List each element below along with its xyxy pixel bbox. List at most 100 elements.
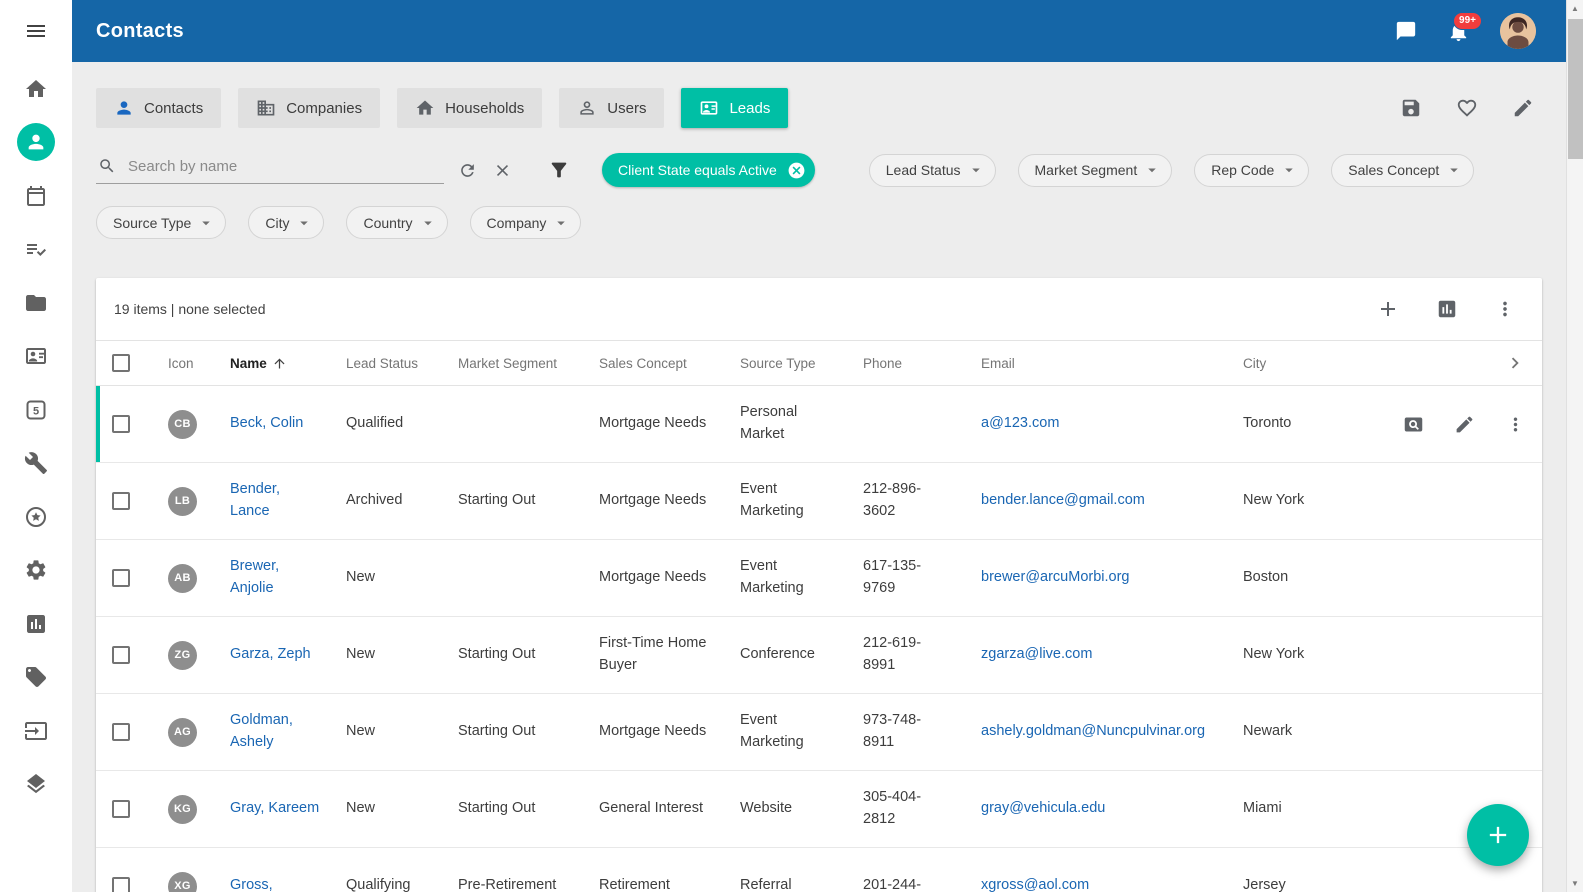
row-checkbox[interactable] (112, 569, 130, 587)
tag-icon (24, 665, 48, 689)
lead-status-cell: New (346, 709, 458, 755)
row-checkbox[interactable] (112, 646, 130, 664)
clear-search-button[interactable] (493, 161, 512, 180)
sidebar-item-tools[interactable] (0, 437, 72, 491)
column-header-sales-concept[interactable]: Sales Concept (599, 356, 740, 371)
row-icon-cell: AG (168, 706, 230, 759)
contact-name-link[interactable]: Goldman, Ashely (230, 712, 293, 750)
table-row[interactable]: LBBender, LanceArchivedStarting OutMortg… (96, 463, 1542, 540)
tab-households[interactable]: Households (397, 88, 542, 128)
contact-name-link[interactable]: Gray, Kareem (230, 800, 319, 816)
heart-button[interactable] (1456, 97, 1478, 119)
sidebar-item-favorites[interactable] (0, 490, 72, 544)
table-row[interactable]: ABBrewer, AnjolieNewMortgage NeedsEvent … (96, 540, 1542, 617)
column-header-name[interactable]: Name (230, 356, 346, 371)
tab-users[interactable]: Users (559, 88, 664, 128)
column-header-email[interactable]: Email (981, 356, 1243, 371)
save-button[interactable] (1400, 97, 1422, 119)
columns-expand-chevron[interactable] (1504, 352, 1542, 374)
filter-chip-city[interactable]: City (248, 206, 324, 239)
contact-name-link[interactable]: Gross, (230, 877, 273, 892)
contact-name-link[interactable]: Brewer, Anjolie (230, 558, 279, 596)
sidebar-item-calendar[interactable] (0, 169, 72, 223)
sidebar-item-files[interactable] (0, 276, 72, 330)
column-header-source-type[interactable]: Source Type (740, 356, 863, 371)
remove-filter-button[interactable] (787, 161, 806, 180)
select-all-checkbox[interactable] (112, 354, 130, 372)
messages-button[interactable] (1395, 20, 1417, 42)
sidebar-item-tasks[interactable] (0, 223, 72, 277)
scrollbar-down-arrow[interactable]: ▼ (1567, 875, 1583, 892)
column-label: City (1243, 356, 1266, 371)
chip-label: Rep Code (1211, 162, 1274, 178)
row-checkbox[interactable] (112, 415, 130, 433)
tab-leads[interactable]: Leads (681, 88, 788, 128)
column-header-lead-status[interactable]: Lead Status (346, 356, 458, 371)
filter-chip-sales-concept[interactable]: Sales Concept (1331, 154, 1474, 187)
column-header-city[interactable]: City (1243, 356, 1363, 371)
scrollbar-up-arrow[interactable]: ▲ (1567, 0, 1583, 17)
search-input[interactable] (126, 157, 442, 176)
contact-name-link[interactable]: Bender, Lance (230, 481, 280, 519)
person-icon (114, 98, 134, 118)
sidebar-item-home[interactable] (0, 62, 72, 116)
filter-chip-client-state-active[interactable]: Client State equals Active (602, 153, 815, 187)
contact-avatar: ZG (168, 641, 197, 670)
row-icon-cell: XG (168, 860, 230, 892)
sidebar-item-layers[interactable] (0, 758, 72, 812)
hamburger-menu-button[interactable] (0, 0, 72, 62)
row-checkbox[interactable] (112, 492, 130, 510)
column-header-icon[interactable]: Icon (168, 356, 230, 371)
email-link[interactable]: a@123.com (981, 415, 1059, 431)
pageview-row-button[interactable] (1403, 414, 1424, 435)
email-link[interactable]: gray@vehicula.edu (981, 800, 1105, 816)
email-link[interactable]: ashely.goldman@Nuncpulvinar.org (981, 723, 1205, 739)
sidebar-item-leads[interactable] (0, 330, 72, 384)
table-row[interactable]: XGGross,QualifyingPre-RetirementRetireme… (96, 848, 1542, 892)
email-link[interactable]: bender.lance@gmail.com (981, 492, 1145, 508)
filter-button[interactable] (548, 159, 570, 181)
email-link[interactable]: zgarza@live.com (981, 646, 1092, 662)
pencil-button[interactable] (1512, 97, 1534, 119)
vertical-scrollbar[interactable]: ▲ ▼ (1566, 0, 1583, 892)
tab-companies[interactable]: Companies (238, 88, 380, 128)
notifications-button[interactable]: 99+ (1447, 20, 1470, 43)
sidebar-item-tags[interactable] (0, 651, 72, 705)
column-header-phone[interactable]: Phone (863, 356, 981, 371)
kebab-row-button[interactable] (1505, 414, 1526, 435)
add-item-button[interactable] (1376, 297, 1400, 321)
row-checkbox[interactable] (112, 877, 130, 892)
filter-chip-company[interactable]: Company (470, 206, 582, 239)
tab-contacts[interactable]: Contacts (96, 88, 221, 128)
table-row[interactable]: ZGGarza, ZephNewStarting OutFirst-Time H… (96, 617, 1542, 694)
filter-chip-market-segment[interactable]: Market Segment (1018, 154, 1173, 187)
email-link[interactable]: xgross@aol.com (981, 877, 1089, 892)
row-checkbox[interactable] (112, 723, 130, 741)
sidebar-item-settings[interactable] (0, 544, 72, 598)
sidebar-item-five[interactable] (0, 383, 72, 437)
plus-icon (1376, 297, 1400, 321)
scrollbar-thumb[interactable] (1568, 19, 1583, 159)
chart-view-button[interactable] (1436, 298, 1458, 320)
filter-chip-source-type[interactable]: Source Type (96, 206, 226, 239)
sidebar-item-reports[interactable] (0, 597, 72, 651)
table-row[interactable]: KGGray, KareemNewStarting OutGeneral Int… (96, 771, 1542, 848)
sidebar-item-import[interactable] (0, 704, 72, 758)
refresh-search-button[interactable] (458, 161, 477, 180)
row-checkbox[interactable] (112, 800, 130, 818)
contact-name-link[interactable]: Garza, Zeph (230, 646, 311, 662)
contact-name-link[interactable]: Beck, Colin (230, 415, 303, 431)
table-row[interactable]: CBBeck, ColinQualifiedMortgage NeedsPers… (96, 386, 1542, 463)
column-header-market-segment[interactable]: Market Segment (458, 356, 599, 371)
table-row[interactable]: AGGoldman, AshelyNewStarting OutMortgage… (96, 694, 1542, 771)
pencil-row-button[interactable] (1454, 414, 1475, 435)
more-options-button[interactable] (1494, 298, 1516, 320)
email-link[interactable]: brewer@arcuMorbi.org (981, 569, 1130, 585)
add-contact-fab[interactable] (1467, 804, 1529, 866)
filter-chip-country[interactable]: Country (346, 206, 447, 239)
filter-chip-rep-code[interactable]: Rep Code (1194, 154, 1309, 187)
user-avatar[interactable] (1500, 13, 1536, 49)
name-cell: Goldman, Ashely (230, 698, 346, 766)
sidebar-item-contacts[interactable] (0, 116, 72, 170)
filter-chip-lead-status[interactable]: Lead Status (869, 154, 996, 187)
